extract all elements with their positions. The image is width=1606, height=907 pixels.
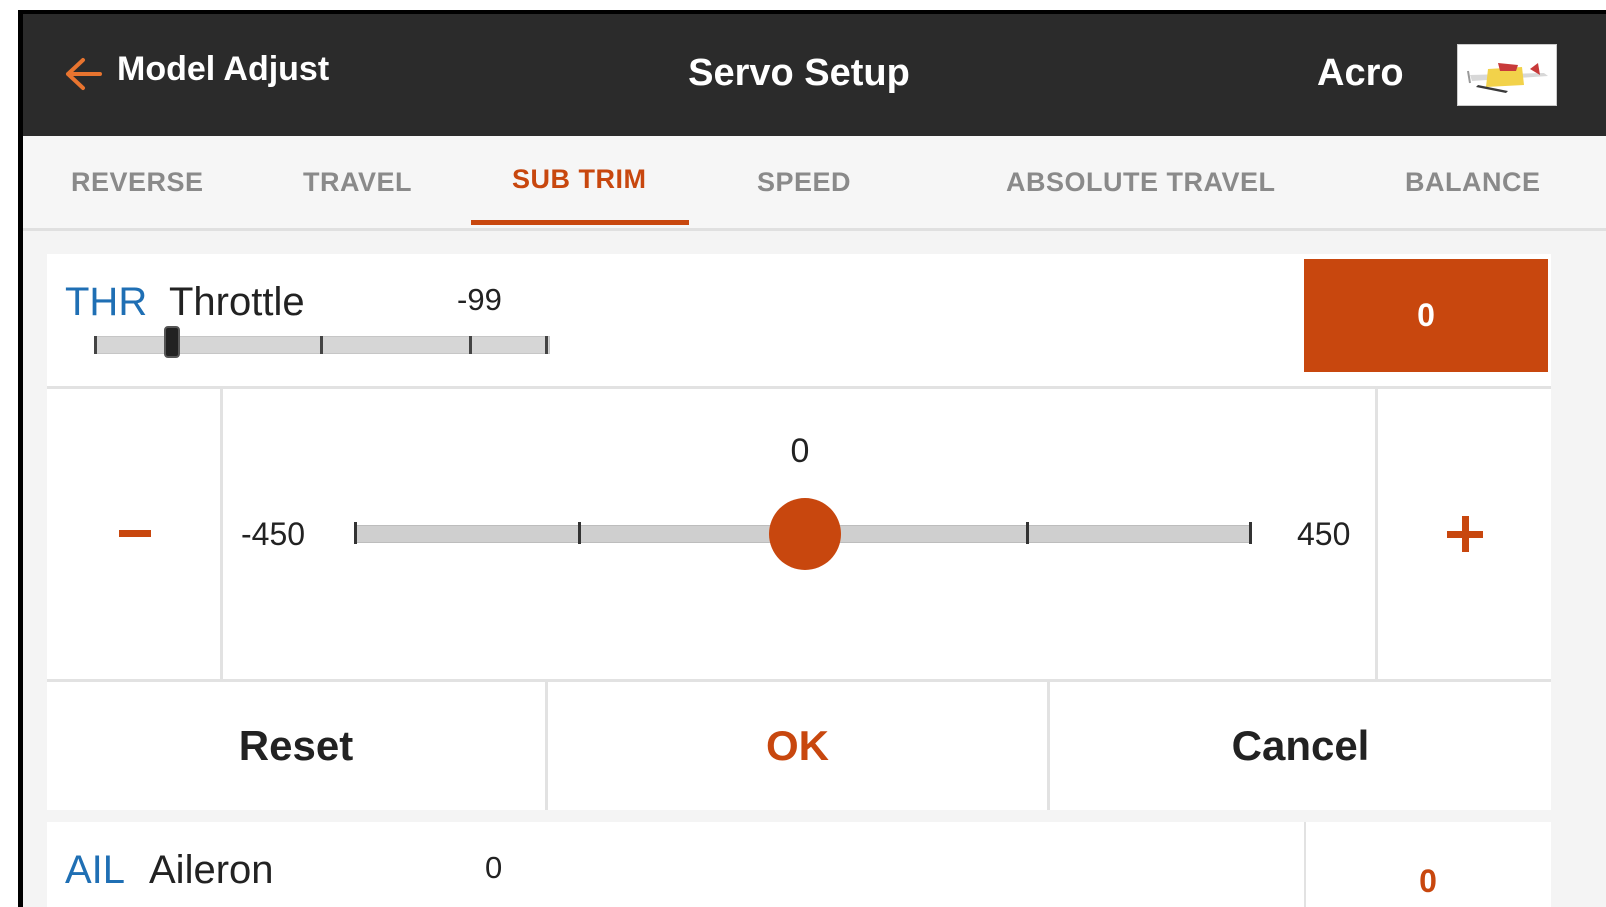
minus-icon[interactable]: [119, 530, 151, 537]
device-frame: Model Adjust Servo Setup Acro REVERSE TR…: [18, 10, 1606, 907]
sub-trim-slider-thumb[interactable]: [769, 498, 841, 570]
ok-button[interactable]: OK: [548, 682, 1047, 810]
back-button-label[interactable]: Model Adjust: [117, 50, 329, 89]
sub-trim-value-box[interactable]: 0: [1304, 822, 1550, 907]
tab-travel[interactable]: TRAVEL: [303, 136, 412, 228]
divider: [47, 386, 1551, 389]
divider: [1375, 389, 1378, 679]
range-min-label: -450: [241, 516, 306, 552]
range-max-label: 450: [1297, 516, 1351, 552]
active-tab-indicator: [471, 220, 689, 225]
tab-sub-trim[interactable]: SUB TRIM: [512, 133, 647, 225]
plus-icon-vertical: [1462, 516, 1469, 552]
tick-mark: [320, 336, 323, 354]
screen: Model Adjust Servo Setup Acro REVERSE TR…: [23, 14, 1606, 907]
tick-mark: [1249, 522, 1252, 544]
channel-name: Aileron: [149, 848, 274, 892]
divider: [220, 389, 223, 679]
tab-bar: REVERSE TRAVEL SUB TRIM SPEED ABSOLUTE T…: [23, 136, 1606, 231]
channel-reading: 0: [485, 850, 503, 885]
tick-mark: [354, 522, 357, 544]
tick-mark: [469, 336, 472, 354]
reset-button[interactable]: Reset: [47, 682, 545, 810]
tick-mark: [578, 522, 581, 544]
channel-abbr: AIL: [65, 848, 126, 892]
page-title: Servo Setup: [688, 52, 910, 94]
tab-balance[interactable]: BALANCE: [1405, 136, 1541, 228]
tab-reverse[interactable]: REVERSE: [71, 136, 204, 228]
channel-name: Throttle: [169, 280, 305, 324]
cancel-button[interactable]: Cancel: [1050, 682, 1551, 810]
channel-position-indicator: [164, 326, 180, 358]
channel-reading: -99: [457, 282, 502, 317]
plus-icon[interactable]: [1447, 516, 1483, 552]
channel-abbr: THR: [65, 280, 148, 324]
channel-row-throttle[interactable]: THR Throttle -99 0: [47, 254, 1551, 387]
channel-row-aileron[interactable]: AIL Aileron 0 0: [47, 822, 1551, 907]
current-value-label: 0: [790, 432, 810, 470]
model-thumbnail[interactable]: [1457, 44, 1557, 106]
airplane-icon: [1467, 63, 1548, 93]
tick-mark: [1026, 522, 1029, 544]
tab-speed[interactable]: SPEED: [757, 136, 851, 228]
model-name: Acro: [1317, 52, 1404, 94]
tick-mark: [94, 336, 97, 354]
tick-mark: [545, 336, 548, 354]
arrow-left-icon[interactable]: [63, 56, 103, 92]
sub-trim-value-box[interactable]: 0: [1304, 259, 1548, 372]
top-bar: Model Adjust Servo Setup Acro: [23, 14, 1606, 136]
tab-absolute-travel[interactable]: ABSOLUTE TRAVEL: [1006, 136, 1276, 228]
